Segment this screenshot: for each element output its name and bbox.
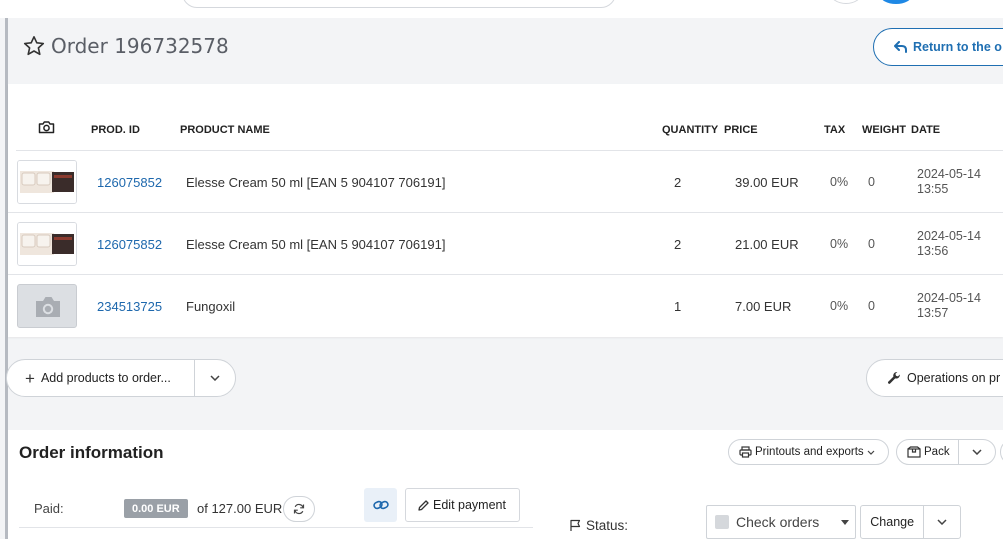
change-main[interactable]: Change <box>861 506 925 538</box>
paid-divider <box>19 527 533 528</box>
column-header-weight[interactable]: WEIGHT <box>862 124 906 136</box>
operations-button[interactable]: Operations on pr <box>866 359 1003 397</box>
product-name: Fungoxil <box>186 299 236 314</box>
select-arrow-icon <box>841 520 849 525</box>
quantity-value: 1 <box>674 299 682 314</box>
date-value: 2024-05-14 13:55 <box>917 167 981 196</box>
chevron-down-icon <box>937 519 947 525</box>
top-bar <box>0 0 1003 18</box>
prod-id-link[interactable]: 126075852 <box>97 237 162 252</box>
change-label: Change <box>870 515 915 529</box>
status-color-swatch <box>715 515 729 529</box>
product-name: Elesse Cream 50 ml [EAN 5 904107 706191] <box>186 175 446 190</box>
product-thumbnail[interactable] <box>17 160 77 204</box>
chevron-down-icon <box>210 375 220 381</box>
payment-link-button[interactable] <box>364 488 397 522</box>
column-header-tax[interactable]: TAX <box>824 124 845 136</box>
column-header-quantity[interactable]: QUANTITY <box>662 124 718 136</box>
add-products-main[interactable]: + Add products to order... <box>7 360 196 396</box>
table-row[interactable]: 234513725 Fungoxil 1 7.00 EUR 0% 0 2024-… <box>8 275 1003 337</box>
add-products-dropdown[interactable] <box>195 375 235 381</box>
add-products-label: Add products to order... <box>40 371 171 385</box>
camera-icon <box>38 121 55 134</box>
return-button-label: Return to the o <box>913 40 1002 54</box>
global-search-input[interactable] <box>182 0 616 8</box>
pencil-icon <box>418 499 429 511</box>
paid-label: Paid: <box>34 501 64 516</box>
column-header-prod-id[interactable]: PROD. ID <box>91 124 140 136</box>
package-icon <box>907 446 921 458</box>
date-value: 2024-05-14 13:57 <box>917 291 981 320</box>
products-table: PROD. ID PRODUCT NAME QUANTITY PRICE TAX… <box>8 84 1003 337</box>
table-row[interactable]: 126075852 Elesse Cream 50 ml [EAN 5 9041… <box>8 213 1003 275</box>
chevron-down-icon <box>867 450 875 455</box>
pack-button[interactable]: Pack <box>896 439 996 465</box>
refresh-payment-button[interactable] <box>283 496 315 522</box>
prod-id-link[interactable]: 234513725 <box>97 299 162 314</box>
product-actions: + Add products to order... Operations on… <box>6 337 1003 425</box>
product-name: Elesse Cream 50 ml [EAN 5 904107 706191] <box>186 237 446 252</box>
order-total: of 127.00 EUR <box>197 501 283 516</box>
quantity-value: 2 <box>674 175 682 190</box>
operations-label: Operations on pr <box>907 371 1001 385</box>
tax-value: 0% <box>830 175 849 189</box>
section-title: Order information <box>19 443 164 462</box>
status-row-label: Status: <box>569 518 628 533</box>
user-avatar[interactable] <box>880 0 912 4</box>
edit-payment-button[interactable]: Edit payment <box>405 488 520 522</box>
status-select[interactable]: Check orders <box>706 505 856 539</box>
change-dropdown[interactable] <box>924 519 960 525</box>
tax-value: 0% <box>830 237 849 251</box>
paid-amount-badge: 0.00 EUR <box>124 499 188 518</box>
favorite-star-icon[interactable] <box>22 34 46 58</box>
return-arrow-icon <box>894 41 907 53</box>
printouts-label: Printouts and exports <box>755 446 864 458</box>
column-header-product-name[interactable]: PRODUCT NAME <box>180 124 270 136</box>
product-thumbnail[interactable] <box>17 222 77 266</box>
prod-id-link[interactable]: 126075852 <box>97 175 162 190</box>
weight-value: 0 <box>868 175 875 189</box>
weight-value: 0 <box>868 299 875 313</box>
status-value: Check orders <box>736 514 820 530</box>
printer-icon <box>739 446 752 458</box>
printouts-exports-button[interactable]: Printouts and exports <box>728 439 889 465</box>
order-information-panel: Order information Printouts and exports … <box>8 430 1003 539</box>
add-products-button[interactable]: + Add products to order... <box>6 359 236 397</box>
price-value: 39.00 EUR <box>735 175 799 190</box>
price-value: 21.00 EUR <box>735 237 799 252</box>
pack-main[interactable]: Pack <box>897 440 959 464</box>
header-circle-button[interactable] <box>830 0 862 4</box>
edit-payment-label: Edit payment <box>433 498 506 512</box>
plus-icon: + <box>25 368 35 388</box>
pack-label: Pack <box>924 446 950 458</box>
product-thumbnail-placeholder[interactable] <box>17 284 77 328</box>
change-status-button[interactable]: Change <box>860 505 961 539</box>
return-button[interactable]: Return to the o <box>873 28 1003 66</box>
column-header-date[interactable]: DATE <box>911 124 940 136</box>
column-header-price[interactable]: PRICE <box>724 124 758 136</box>
camera-placeholder-icon <box>36 297 60 317</box>
page-header: Order 196732578 Return to the o <box>8 18 1003 82</box>
wrench-icon <box>887 371 900 384</box>
page-title: Order 196732578 <box>51 34 229 58</box>
tax-value: 0% <box>830 299 849 313</box>
quantity-value: 2 <box>674 237 682 252</box>
weight-value: 0 <box>868 237 875 251</box>
refresh-icon <box>293 503 305 515</box>
status-label: Status: <box>586 518 629 533</box>
date-value: 2024-05-14 13:56 <box>917 229 981 258</box>
link-icon <box>372 500 389 510</box>
table-row[interactable]: 126075852 Elesse Cream 50 ml [EAN 5 9041… <box>8 151 1003 213</box>
chevron-down-icon <box>972 449 982 455</box>
price-value: 7.00 EUR <box>735 299 792 314</box>
pack-dropdown[interactable] <box>959 449 995 455</box>
flag-icon <box>570 519 581 531</box>
